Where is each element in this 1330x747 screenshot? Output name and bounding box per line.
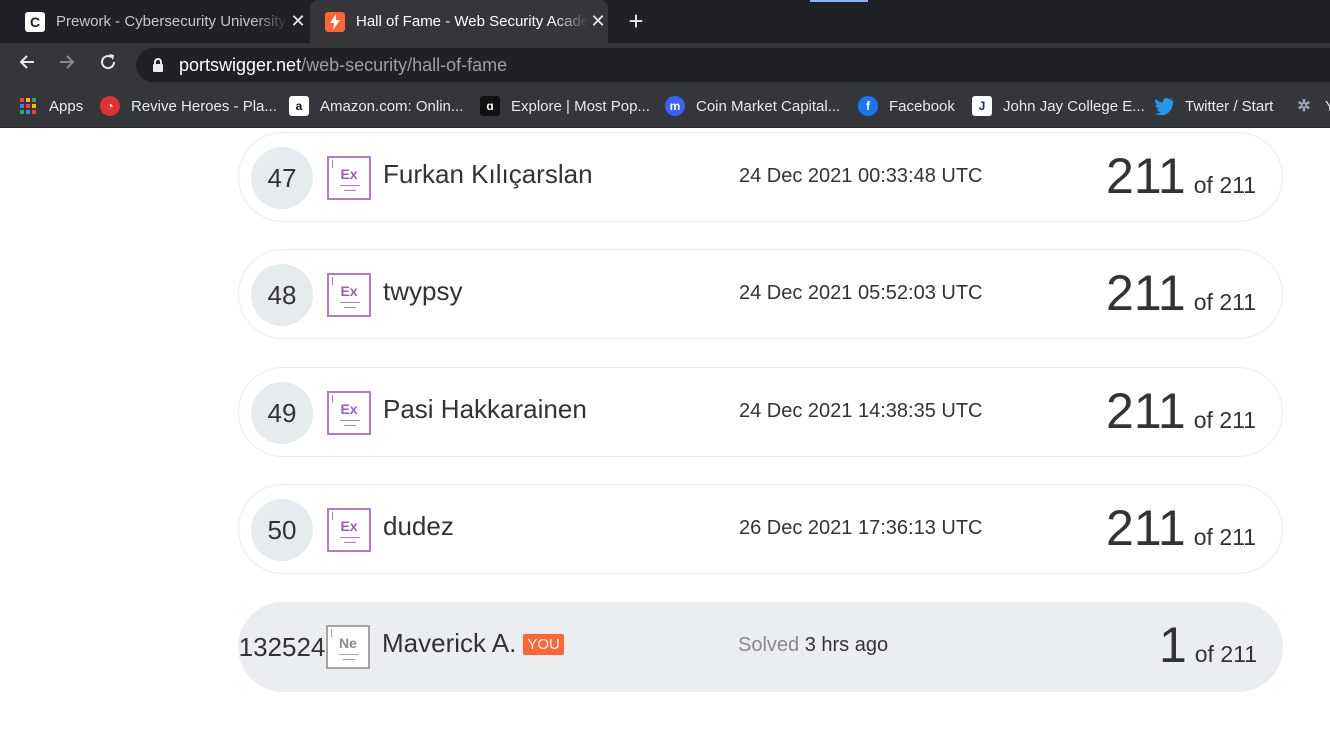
tab-prework[interactable]: C Prework - Cybersecurity University ✕	[25, 0, 308, 43]
rank-number: 132524	[238, 631, 326, 662]
completion-time: 24 Dec 2021 00:33:48 UTC	[739, 165, 983, 187]
tab-title: Hall of Fame - Web Security Academy	[356, 13, 588, 30]
bookmark-label: Coin Market Capital...	[696, 97, 841, 115]
user-name: Maverick A. YOU	[382, 628, 564, 659]
leaderboard-row: 49 Ex Pasi Hakkarainen 24 Dec 2021 14:38…	[238, 367, 1283, 457]
solved-count: 1	[1158, 617, 1187, 673]
rank-number: 50	[251, 499, 313, 561]
completion-time: 26 Dec 2021 17:36:13 UTC	[739, 517, 983, 539]
user-name: dudez	[383, 511, 454, 541]
bookmark-label: Revive Heroes - Pla...	[131, 97, 277, 115]
rank-number: 48	[251, 264, 313, 326]
facebook-icon: f	[858, 96, 878, 116]
close-icon[interactable]: ✕	[588, 11, 608, 32]
labs-solved: 211 of 211	[1106, 382, 1256, 440]
solved-total: of 211	[1193, 524, 1256, 550]
bookmark-explore[interactable]: ɑ Explore | Most Pop...	[480, 96, 650, 116]
tab-title: Prework - Cybersecurity University	[56, 13, 287, 30]
bookmark-apps[interactable]: Apps	[18, 96, 83, 116]
john-jay-icon: J	[972, 96, 992, 116]
solved-ago: 3 hrs ago	[804, 634, 889, 656]
labs-solved: 211 of 211	[1106, 499, 1256, 557]
revive-heroes-icon: ◔	[100, 96, 120, 116]
bookmark-revive-heroes[interactable]: ◔ Revive Heroes - Pla...	[100, 96, 277, 116]
bookmark-john-jay[interactable]: J John Jay College E...	[972, 96, 1145, 116]
labs-solved: 211 of 211	[1106, 264, 1256, 322]
solved-prefix: Solved	[738, 634, 800, 656]
reload-icon[interactable]	[96, 52, 120, 76]
level-code: Ex	[340, 518, 358, 534]
leaderboard-row: 48 Ex twypsy 24 Dec 2021 05:52:03 UTC 21…	[238, 249, 1283, 339]
expert-level-icon: Ex	[327, 508, 371, 552]
apps-grid-icon	[18, 96, 38, 116]
you-badge: YOU	[523, 634, 564, 655]
solved-total: of 211	[1194, 641, 1257, 667]
rank-number: 47	[251, 147, 313, 209]
bookmark-label: Explore | Most Pop...	[511, 97, 650, 115]
level-code: Ne	[339, 635, 357, 651]
solved-count: 211	[1106, 148, 1186, 204]
url-path: /web-security/hall-of-fame	[301, 54, 508, 75]
url-host: portswigger.net	[179, 54, 302, 75]
completion-time: Solved 3 hrs ago	[738, 634, 888, 657]
solved-total: of 211	[1193, 172, 1256, 198]
level-code: Ex	[340, 401, 358, 417]
expert-level-icon: Ex	[327, 156, 371, 200]
user-name-text: Maverick A.	[382, 628, 517, 658]
user-name: Furkan Kılıçarslan	[383, 159, 593, 189]
bookmark-coinmarketcap[interactable]: m Coin Market Capital...	[665, 96, 840, 116]
twitter-icon	[1154, 96, 1174, 116]
bookmark-truncated[interactable]: ✲ Y	[1294, 96, 1330, 116]
coinmarketcap-icon: m	[665, 96, 685, 116]
level-code: Ex	[340, 283, 358, 299]
rank-number: 49	[251, 382, 313, 444]
hall-of-fame-content: 47 Ex Furkan Kılıçarslan 24 Dec 2021 00:…	[0, 128, 1330, 747]
bookmark-label: Y	[1325, 98, 1330, 115]
labs-solved: 211 of 211	[1106, 147, 1256, 205]
browser-toolbar: portswigger.net/web-security/hall-of-fam…	[0, 43, 1330, 85]
bookmark-label: Twitter / Start	[1185, 97, 1274, 115]
solved-count: 211	[1106, 383, 1186, 439]
bookmarks-bar: Apps ◔ Revive Heroes - Pla... a Amazon.c…	[0, 85, 1330, 128]
solved-total: of 211	[1193, 289, 1256, 315]
back-arrow-icon[interactable]	[15, 52, 39, 76]
address-bar[interactable]: portswigger.net/web-security/hall-of-fam…	[136, 48, 1330, 82]
lightning-icon	[325, 11, 345, 32]
bookmark-label: Amazon.com: Onlin...	[320, 97, 464, 115]
amazon-icon: a	[289, 96, 309, 116]
bookmark-label: Facebook	[889, 97, 955, 115]
user-name: Pasi Hakkarainen	[383, 394, 587, 424]
explore-icon: ɑ	[480, 96, 500, 116]
leaderboard-row: 50 Ex dudez 26 Dec 2021 17:36:13 UTC 211…	[238, 484, 1283, 574]
current-user-row: 132524 Ne Maverick A. YOU Solved 3 hrs ag…	[238, 602, 1283, 692]
expert-level-icon: Ex	[327, 273, 371, 317]
newbie-level-icon: Ne	[326, 625, 370, 669]
solved-count: 211	[1106, 265, 1186, 321]
labs-solved: 1 of 211	[1159, 616, 1257, 674]
bookmark-amazon[interactable]: a Amazon.com: Onlin...	[289, 96, 463, 116]
browser-tab-strip: C Prework - Cybersecurity University ✕ H…	[0, 0, 1330, 43]
tree-icon: ✲	[1297, 98, 1311, 115]
bookmark-label: John Jay College E...	[1003, 97, 1145, 115]
user-name: twypsy	[383, 276, 463, 306]
solved-count: 211	[1106, 500, 1186, 556]
close-icon[interactable]: ✕	[288, 11, 308, 32]
leaderboard-row: 47 Ex Furkan Kılıçarslan 24 Dec 2021 00:…	[238, 132, 1283, 222]
completion-time: 24 Dec 2021 05:52:03 UTC	[739, 282, 983, 304]
completion-time: 24 Dec 2021 14:38:35 UTC	[739, 400, 983, 422]
tab-strip-indicator	[810, 0, 868, 2]
bookmark-twitter[interactable]: Twitter / Start	[1154, 96, 1273, 116]
prework-favicon-icon: C	[25, 11, 45, 32]
expert-level-icon: Ex	[327, 391, 371, 435]
new-tab-button[interactable]: +	[622, 7, 650, 35]
forward-arrow-icon[interactable]	[55, 52, 79, 76]
lock-icon	[151, 57, 167, 73]
solved-total: of 211	[1193, 407, 1256, 433]
bookmark-facebook[interactable]: f Facebook	[858, 96, 955, 116]
bookmark-label: Apps	[49, 97, 84, 115]
level-code: Ex	[340, 166, 358, 182]
tab-hall-of-fame[interactable]: Hall of Fame - Web Security Academy ✕	[310, 0, 608, 43]
